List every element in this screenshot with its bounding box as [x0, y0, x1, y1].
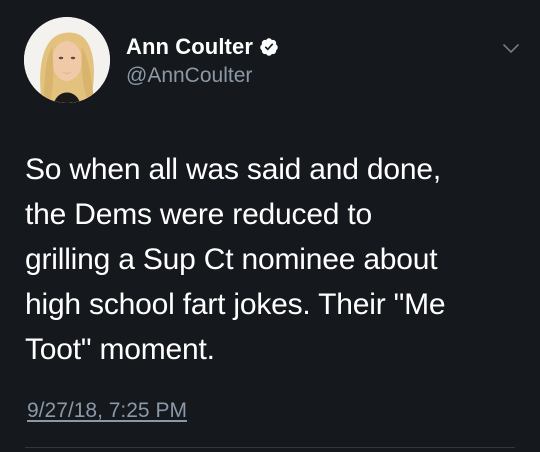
verified-badge-icon [259, 37, 279, 57]
tweet-card: Ann Coulter @AnnCoulter So when all was … [0, 0, 540, 452]
author-handle[interactable]: @AnnCoulter [126, 64, 252, 88]
tweet-text: So when all was said and done, the Dems … [25, 153, 446, 366]
chevron-down-icon[interactable] [502, 42, 520, 54]
author-name-row: Ann Coulter [126, 34, 279, 60]
tweet-timestamp[interactable]: 9/27/18, 7:25 PM [27, 399, 187, 423]
avatar[interactable] [24, 17, 110, 103]
avatar-image [24, 17, 110, 103]
author-display-name[interactable]: Ann Coulter [126, 34, 253, 60]
divider [25, 447, 515, 448]
